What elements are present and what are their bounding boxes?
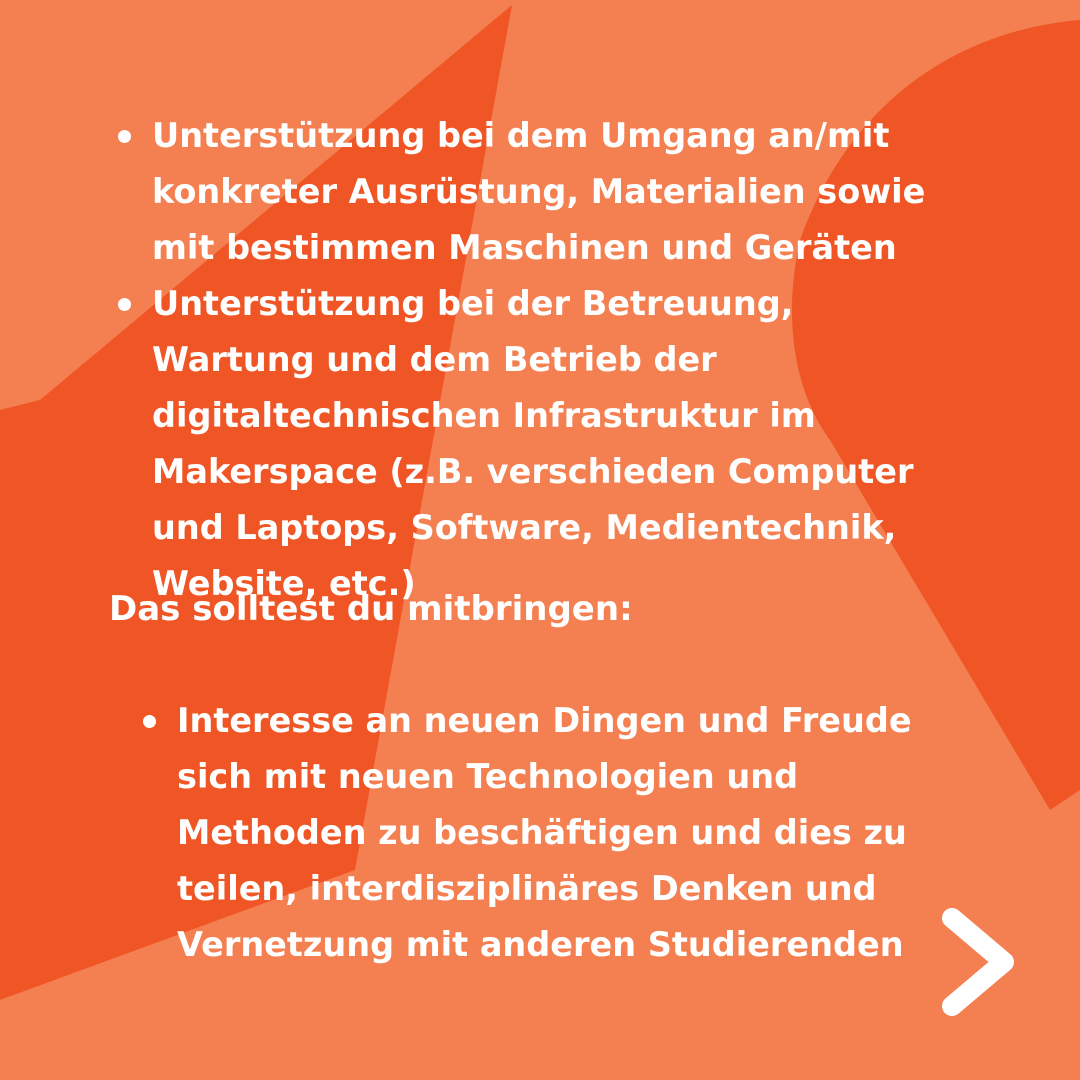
bullet-icon [143, 715, 156, 728]
list-item-text: Unterstützung bei dem Umgang an/mit konk… [152, 116, 926, 267]
bullet-icon [118, 130, 131, 143]
list-item: Unterstützung bei dem Umgang an/mit konk… [116, 108, 946, 276]
bullet-icon [118, 298, 131, 311]
list-item: Unterstützung bei der Betreuung, Wartung… [116, 276, 946, 612]
list-item: Interesse an neuen Dingen und Freude sic… [141, 693, 971, 973]
list-item-text: Interesse an neuen Dingen und Freude sic… [177, 701, 912, 964]
list-item-text: Unterstützung bei der Betreuung, Wartung… [152, 284, 914, 603]
section-heading: Das solltest du mitbringen: [109, 589, 633, 629]
next-slide-button[interactable] [928, 900, 1028, 1024]
chevron-right-icon [942, 908, 1014, 1016]
slide: Unterstützung bei dem Umgang an/mit konk… [0, 0, 1080, 1080]
slide-content: Unterstützung bei dem Umgang an/mit konk… [0, 0, 1080, 1080]
requirements-list: Interesse an neuen Dingen und Freude sic… [141, 693, 971, 973]
tasks-list: Unterstützung bei dem Umgang an/mit konk… [116, 108, 946, 612]
